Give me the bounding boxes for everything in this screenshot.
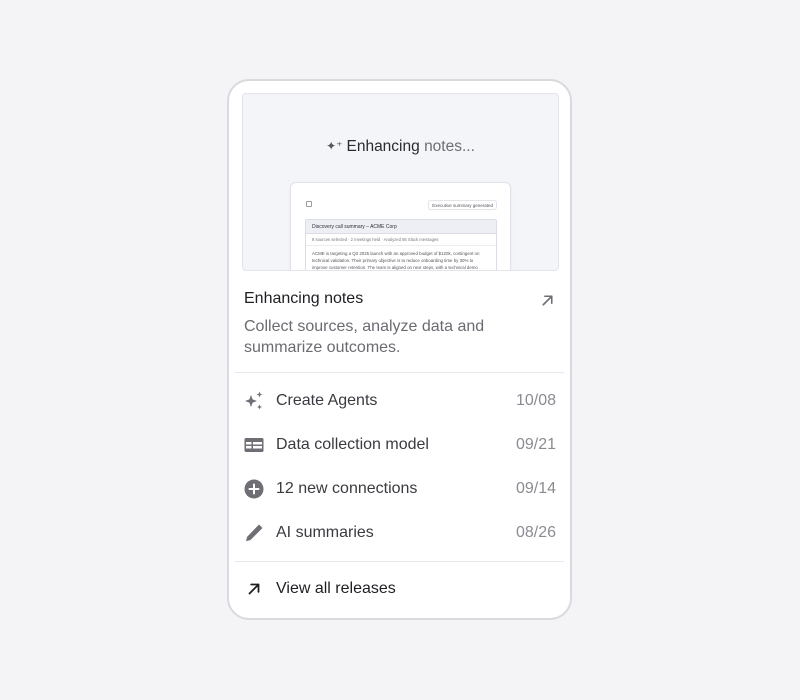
document-icon: [306, 201, 312, 207]
document-line: improve customer retention. The team is …: [312, 265, 478, 270]
preview-panel: ✦⁺ Enhancing notes... Executive summary g…: [242, 93, 559, 271]
sparkle-icon: ✦⁺: [326, 139, 343, 153]
release-date: 09/14: [515, 480, 556, 497]
release-item-create-agents[interactable]: Create Agents 10/08: [242, 386, 556, 416]
release-date: 10/08: [515, 392, 556, 409]
pencil-icon: [242, 521, 266, 545]
release-item-ai-summaries[interactable]: AI summaries 08/26: [242, 518, 556, 548]
sparkles-icon: [242, 389, 266, 413]
release-label: Create Agents: [276, 392, 378, 409]
arrow-up-right-icon[interactable]: [539, 292, 556, 309]
plus-circle-icon: [242, 477, 266, 501]
enhancing-status: ✦⁺ Enhancing notes...: [243, 138, 558, 156]
divider: [235, 372, 564, 373]
release-item-connections[interactable]: 12 new connections 09/14: [242, 474, 556, 504]
view-all-releases-link[interactable]: View all releases: [242, 576, 442, 602]
status-text-dim: notes...: [424, 138, 475, 155]
document-preview: Executive summary generated Discovery ca…: [290, 182, 511, 270]
arrow-up-right-icon: [242, 577, 266, 601]
release-notes-card: ✦⁺ Enhancing notes... Executive summary g…: [227, 79, 572, 620]
document-meta: 8 sources selected · 2 meetings held · A…: [306, 234, 496, 246]
release-label: Data collection model: [276, 436, 429, 453]
release-label: 12 new connections: [276, 480, 418, 497]
release-date: 09/21: [515, 436, 556, 453]
release-label: AI summaries: [276, 524, 374, 541]
status-text: Enhancing: [346, 138, 420, 155]
card-description: Collect sources, analyze data and summar…: [244, 318, 485, 356]
document-heading: Discovery call summary – ACME Corp: [306, 220, 496, 234]
card-title: Enhancing notes: [244, 290, 364, 307]
document-line: ACME is targeting a Q3 2025 launch with …: [312, 251, 480, 256]
table-icon: [242, 433, 266, 457]
document-body: Discovery call summary – ACME Corp 8 sou…: [305, 219, 497, 270]
summary-badge: Executive summary generated: [428, 200, 497, 210]
release-date: 08/26: [515, 524, 556, 541]
document-text: ACME is targeting a Q3 2025 launch with …: [306, 246, 496, 270]
document-line: technical validation. Their primary obje…: [312, 258, 474, 263]
card-header[interactable]: Enhancing notes: [244, 290, 556, 312]
divider: [235, 561, 564, 562]
release-item-data-collection[interactable]: Data collection model 09/21: [242, 430, 556, 460]
view-all-label: View all releases: [276, 580, 396, 597]
